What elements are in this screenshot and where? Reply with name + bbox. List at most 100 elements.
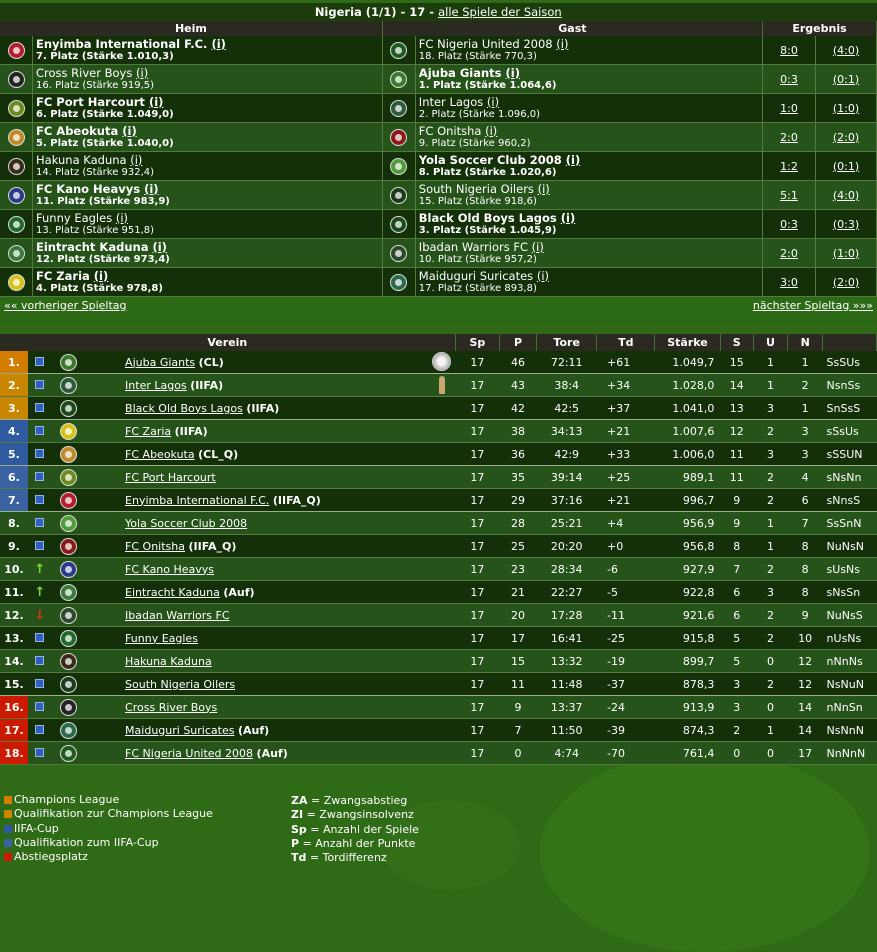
trend-indicator: ↑: [27, 557, 52, 581]
rank: 9.: [0, 534, 28, 558]
away-team-info-link[interactable]: (i): [556, 37, 568, 51]
strength: 1.028,0: [654, 373, 721, 397]
halftime-score-link[interactable]: (0:3): [833, 218, 859, 231]
trend-indicator: [27, 396, 52, 420]
club-name-link[interactable]: FC Zaria: [125, 425, 171, 438]
halftime-score-link[interactable]: (4:0): [833, 44, 859, 57]
home-team-info-link[interactable]: (i): [136, 66, 148, 80]
halftime-score-link[interactable]: (2:0): [833, 276, 859, 289]
club-name-link[interactable]: FC Kano Heavys: [125, 563, 214, 576]
halftime-score-link[interactable]: (4:0): [833, 189, 859, 202]
abbreviation-item: Td = Tordifferenz: [291, 851, 387, 865]
away-team-info-link[interactable]: (i): [532, 240, 544, 254]
next-matchday-link[interactable]: nächster Spieltag »»»: [753, 299, 873, 312]
form: SnSsS: [822, 396, 877, 420]
club-crest-icon: [390, 41, 408, 59]
home-team-info-link[interactable]: (i): [94, 269, 108, 283]
away-team-info-link[interactable]: (i): [487, 95, 499, 109]
match-score-link[interactable]: 1:2: [780, 160, 798, 173]
points: 7: [499, 718, 537, 742]
club-name-link[interactable]: FC Abeokuta: [125, 448, 195, 461]
abbreviation-key: P: [291, 836, 300, 850]
away-team-info-link[interactable]: (i): [485, 124, 497, 138]
club-name-link[interactable]: Cross River Boys: [125, 701, 217, 714]
goals: 42:5: [536, 396, 597, 420]
club-qualification: (IIFA): [190, 378, 224, 392]
match-score-link[interactable]: 0:3: [780, 218, 798, 231]
match-score-link[interactable]: 8:0: [780, 44, 798, 57]
club-name-link[interactable]: FC Port Harcourt: [125, 471, 216, 484]
away-team-name: FC Nigeria United 2008: [418, 36, 553, 51]
club-name-link[interactable]: FC Onitsha: [125, 540, 185, 553]
club-cell: Maiduguri Suricates (Auf): [123, 718, 456, 742]
away-team-info-link[interactable]: (i): [537, 269, 549, 283]
home-team-info-link[interactable]: (i): [152, 240, 166, 254]
spacer: [85, 442, 124, 466]
club-name-link[interactable]: Eintracht Kaduna: [125, 586, 220, 599]
header-form: [822, 334, 877, 351]
club-name-link[interactable]: Yola Soccer Club 2008: [125, 517, 247, 530]
club-name-link[interactable]: Black Old Boys Lagos: [125, 402, 243, 415]
match-score-link[interactable]: 0:3: [780, 73, 798, 86]
club-name-link[interactable]: Hakuna Kaduna: [125, 655, 212, 668]
club-logo-cell: [51, 465, 86, 489]
away-team-info-link[interactable]: (i): [561, 211, 575, 225]
match-score-link[interactable]: 5:1: [780, 189, 798, 202]
match-score-link[interactable]: 2:0: [780, 131, 798, 144]
abbreviation-item: P = Anzahl der Punkte: [291, 837, 415, 851]
draws: 0: [753, 695, 788, 719]
halftime-score-link[interactable]: (0:1): [833, 73, 859, 86]
table-row: 14. Hakuna Kaduna 17 15 13:32 -19 899,7 5 0 12 nN…: [0, 649, 877, 673]
home-team-info-link[interactable]: (i): [211, 37, 225, 51]
club-name-link[interactable]: Enyimba International F.C.: [125, 494, 269, 507]
losses: 9: [787, 603, 823, 627]
spacer: [85, 419, 124, 443]
club-name-link[interactable]: Maiduguri Suricates: [125, 724, 234, 737]
club-name-link[interactable]: South Nigeria Oilers: [125, 678, 235, 691]
previous-matchday-link[interactable]: «« vorheriger Spieltag: [4, 299, 127, 312]
matchday-panel: Nigeria (1/1) - 17 - alle Spiele der Sai…: [0, 3, 877, 325]
strength: 878,3: [654, 672, 721, 696]
match-row: Enyimba International F.C. (i) 7. Platz (…: [0, 36, 877, 65]
spacer: [85, 396, 124, 420]
match-score-link[interactable]: 3:0: [780, 276, 798, 289]
match-score-link[interactable]: 2:0: [780, 247, 798, 260]
club-name-link[interactable]: Ajuba Giants: [125, 356, 195, 369]
match-score-link[interactable]: 1:0: [780, 102, 798, 115]
home-team-rank: 4. Platz (Stärke 978,8): [36, 282, 163, 294]
away-team-cell: South Nigeria Oilers (i) 15. Platz (Stärk…: [415, 180, 764, 210]
home-team-info-link[interactable]: (i): [130, 153, 142, 167]
club-name-link[interactable]: Ibadan Warriors FC: [125, 609, 229, 622]
matchday-title: Nigeria (1/1) - 17 - alle Spiele der Sai…: [0, 3, 877, 21]
home-team-cell: Hakuna Kaduna (i) 14. Platz (Stärke 932,4…: [32, 151, 383, 181]
header-club: Verein: [0, 334, 456, 351]
club-name-link[interactable]: Funny Eagles: [125, 632, 198, 645]
club-crest-icon: [60, 376, 78, 394]
points: 21: [499, 580, 537, 604]
halftime-score-link[interactable]: (2:0): [833, 131, 859, 144]
halftime-score-link[interactable]: (1:0): [833, 102, 859, 115]
halftime-score-link[interactable]: (0:1): [833, 160, 859, 173]
halftime-score-link[interactable]: (1:0): [833, 247, 859, 260]
club-logo-cell: [51, 511, 86, 535]
home-team-info-link[interactable]: (i): [116, 211, 128, 225]
home-team-rank: 16. Platz (Stärke 919,5): [36, 79, 155, 91]
legend-item: Abstiegsplatz: [4, 850, 88, 864]
home-team-info-link[interactable]: (i): [149, 95, 163, 109]
home-team-info-link[interactable]: (i): [122, 124, 136, 138]
away-team-rank: 2. Platz (Stärke 1.096,0): [418, 108, 541, 120]
away-team-info-link[interactable]: (i): [506, 66, 520, 80]
home-team-info-link[interactable]: (i): [144, 182, 158, 196]
points: 36: [499, 442, 537, 466]
strength: 922,8: [654, 580, 721, 604]
club-name-link[interactable]: FC Nigeria United 2008: [125, 747, 253, 760]
match-row: FC Zaria (i) 4. Platz (Stärke 978,8) Maidu…: [0, 267, 877, 297]
goal-difference: -11: [596, 603, 655, 627]
goal-difference: -6: [596, 557, 655, 581]
away-team-info-link[interactable]: (i): [566, 153, 580, 167]
home-team-cell: Funny Eagles (i) 13. Platz (Stärke 951,8): [32, 209, 383, 239]
season-games-link[interactable]: alle Spiele der Saison: [438, 5, 562, 19]
strength: 1.007,6: [654, 419, 721, 443]
club-name-link[interactable]: Inter Lagos: [125, 379, 187, 392]
away-team-info-link[interactable]: (i): [538, 182, 550, 196]
